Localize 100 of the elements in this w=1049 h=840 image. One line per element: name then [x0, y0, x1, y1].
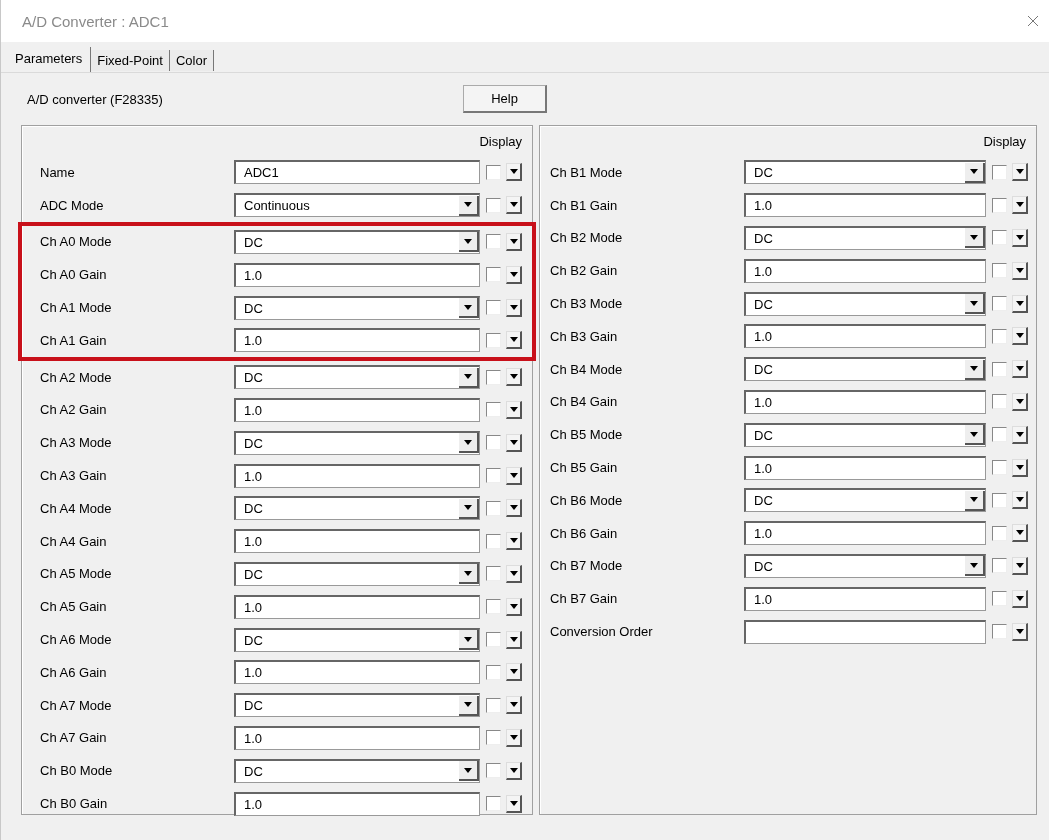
display-menu-button[interactable]: [1012, 556, 1028, 575]
display-checkbox[interactable]: [991, 460, 1007, 476]
dropdown-arrow-button[interactable]: [965, 359, 985, 380]
display-checkbox[interactable]: [485, 599, 501, 615]
display-menu-button[interactable]: [506, 499, 522, 518]
dropdown-field[interactable]: DC: [234, 627, 480, 652]
input-field[interactable]: 1.0: [744, 586, 986, 611]
dropdown-arrow-button[interactable]: [965, 228, 985, 249]
display-checkbox[interactable]: [485, 697, 501, 713]
display-checkbox[interactable]: [485, 763, 501, 779]
display-checkbox[interactable]: [485, 332, 501, 348]
dropdown-field[interactable]: DC: [234, 230, 480, 254]
display-menu-button[interactable]: [1012, 196, 1028, 215]
display-menu-button[interactable]: [1012, 622, 1028, 641]
dropdown-arrow-button[interactable]: [459, 433, 479, 454]
input-field[interactable]: 1.0: [234, 594, 480, 619]
input-field[interactable]: [744, 619, 986, 644]
display-menu-button[interactable]: [506, 630, 522, 649]
dropdown-arrow-button[interactable]: [459, 298, 479, 319]
display-menu-button[interactable]: [1012, 458, 1028, 477]
display-menu-button[interactable]: [506, 331, 522, 350]
display-checkbox[interactable]: [485, 164, 501, 180]
dropdown-field[interactable]: DC: [234, 693, 480, 718]
dropdown-arrow-button[interactable]: [459, 564, 479, 585]
display-checkbox[interactable]: [485, 267, 501, 283]
tab[interactable]: Color: [169, 50, 215, 71]
display-menu-button[interactable]: [506, 163, 522, 182]
input-field[interactable]: 1.0: [234, 529, 480, 554]
display-menu-button[interactable]: [1012, 327, 1028, 346]
dropdown-arrow-button[interactable]: [965, 425, 985, 446]
display-menu-button[interactable]: [1012, 229, 1028, 247]
display-menu-button[interactable]: [506, 466, 522, 485]
dropdown-arrow-button[interactable]: [459, 761, 479, 782]
input-field[interactable]: 1.0: [234, 328, 480, 353]
display-checkbox[interactable]: [991, 296, 1007, 312]
dropdown-arrow-button[interactable]: [459, 695, 479, 716]
display-menu-button[interactable]: [506, 433, 522, 452]
dropdown-field[interactable]: DC: [744, 422, 986, 447]
display-checkbox[interactable]: [485, 566, 501, 582]
display-checkbox[interactable]: [991, 263, 1007, 279]
dropdown-arrow-button[interactable]: [965, 294, 985, 315]
dropdown-field[interactable]: DC: [744, 226, 986, 250]
display-checkbox[interactable]: [485, 796, 501, 812]
display-menu-button[interactable]: [1012, 491, 1028, 510]
display-checkbox[interactable]: [485, 468, 501, 484]
dropdown-arrow-button[interactable]: [459, 367, 479, 388]
display-checkbox[interactable]: [485, 300, 501, 316]
display-menu-button[interactable]: [1012, 360, 1028, 379]
input-field[interactable]: 1.0: [234, 660, 480, 685]
dropdown-arrow-button[interactable]: [459, 630, 479, 651]
close-icon[interactable]: [1027, 15, 1039, 27]
input-field[interactable]: 1.0: [744, 455, 986, 480]
input-field[interactable]: 1.0: [744, 258, 986, 283]
input-field[interactable]: 1.0: [744, 521, 986, 546]
display-menu-button[interactable]: [506, 597, 522, 616]
display-checkbox[interactable]: [991, 624, 1007, 640]
dropdown-field[interactable]: DC: [234, 430, 480, 455]
display-checkbox[interactable]: [485, 234, 501, 250]
dropdown-arrow-button[interactable]: [459, 232, 479, 253]
display-menu-button[interactable]: [506, 532, 522, 551]
display-menu-button[interactable]: [1012, 261, 1028, 280]
display-menu-button[interactable]: [506, 233, 522, 251]
display-checkbox[interactable]: [485, 369, 501, 385]
input-field[interactable]: 1.0: [744, 324, 986, 349]
display-menu-button[interactable]: [506, 663, 522, 682]
dropdown-field[interactable]: DC: [744, 553, 986, 578]
dropdown-field[interactable]: DC: [744, 160, 986, 185]
display-menu-button[interactable]: [506, 728, 522, 747]
input-field[interactable]: 1.0: [744, 389, 986, 414]
dropdown-field[interactable]: DC: [744, 291, 986, 316]
input-field[interactable]: 1.0: [234, 262, 480, 287]
dropdown-arrow-button[interactable]: [459, 195, 479, 216]
display-menu-button[interactable]: [1012, 163, 1028, 182]
display-checkbox[interactable]: [485, 402, 501, 418]
display-checkbox[interactable]: [991, 525, 1007, 541]
display-menu-button[interactable]: [1012, 294, 1028, 313]
display-menu-button[interactable]: [506, 265, 522, 284]
dropdown-arrow-button[interactable]: [459, 498, 479, 519]
display-menu-button[interactable]: [506, 196, 522, 215]
display-menu-button[interactable]: [506, 298, 522, 317]
dropdown-field[interactable]: Continuous: [234, 193, 480, 218]
display-checkbox[interactable]: [485, 197, 501, 213]
help-button[interactable]: Help: [463, 85, 547, 113]
display-checkbox[interactable]: [485, 632, 501, 648]
display-menu-button[interactable]: [1012, 392, 1028, 411]
input-field[interactable]: 1.0: [234, 463, 480, 488]
display-checkbox[interactable]: [991, 164, 1007, 180]
dropdown-field[interactable]: DC: [234, 561, 480, 586]
display-checkbox[interactable]: [485, 664, 501, 680]
input-field[interactable]: 1.0: [744, 193, 986, 218]
display-checkbox[interactable]: [991, 492, 1007, 508]
display-checkbox[interactable]: [991, 427, 1007, 443]
display-menu-button[interactable]: [506, 794, 522, 813]
dropdown-field[interactable]: DC: [234, 758, 480, 783]
dropdown-field[interactable]: DC: [744, 488, 986, 513]
display-checkbox[interactable]: [991, 591, 1007, 607]
dropdown-arrow-button[interactable]: [965, 162, 985, 183]
display-checkbox[interactable]: [991, 197, 1007, 213]
display-menu-button[interactable]: [506, 400, 522, 419]
display-menu-button[interactable]: [506, 761, 522, 780]
